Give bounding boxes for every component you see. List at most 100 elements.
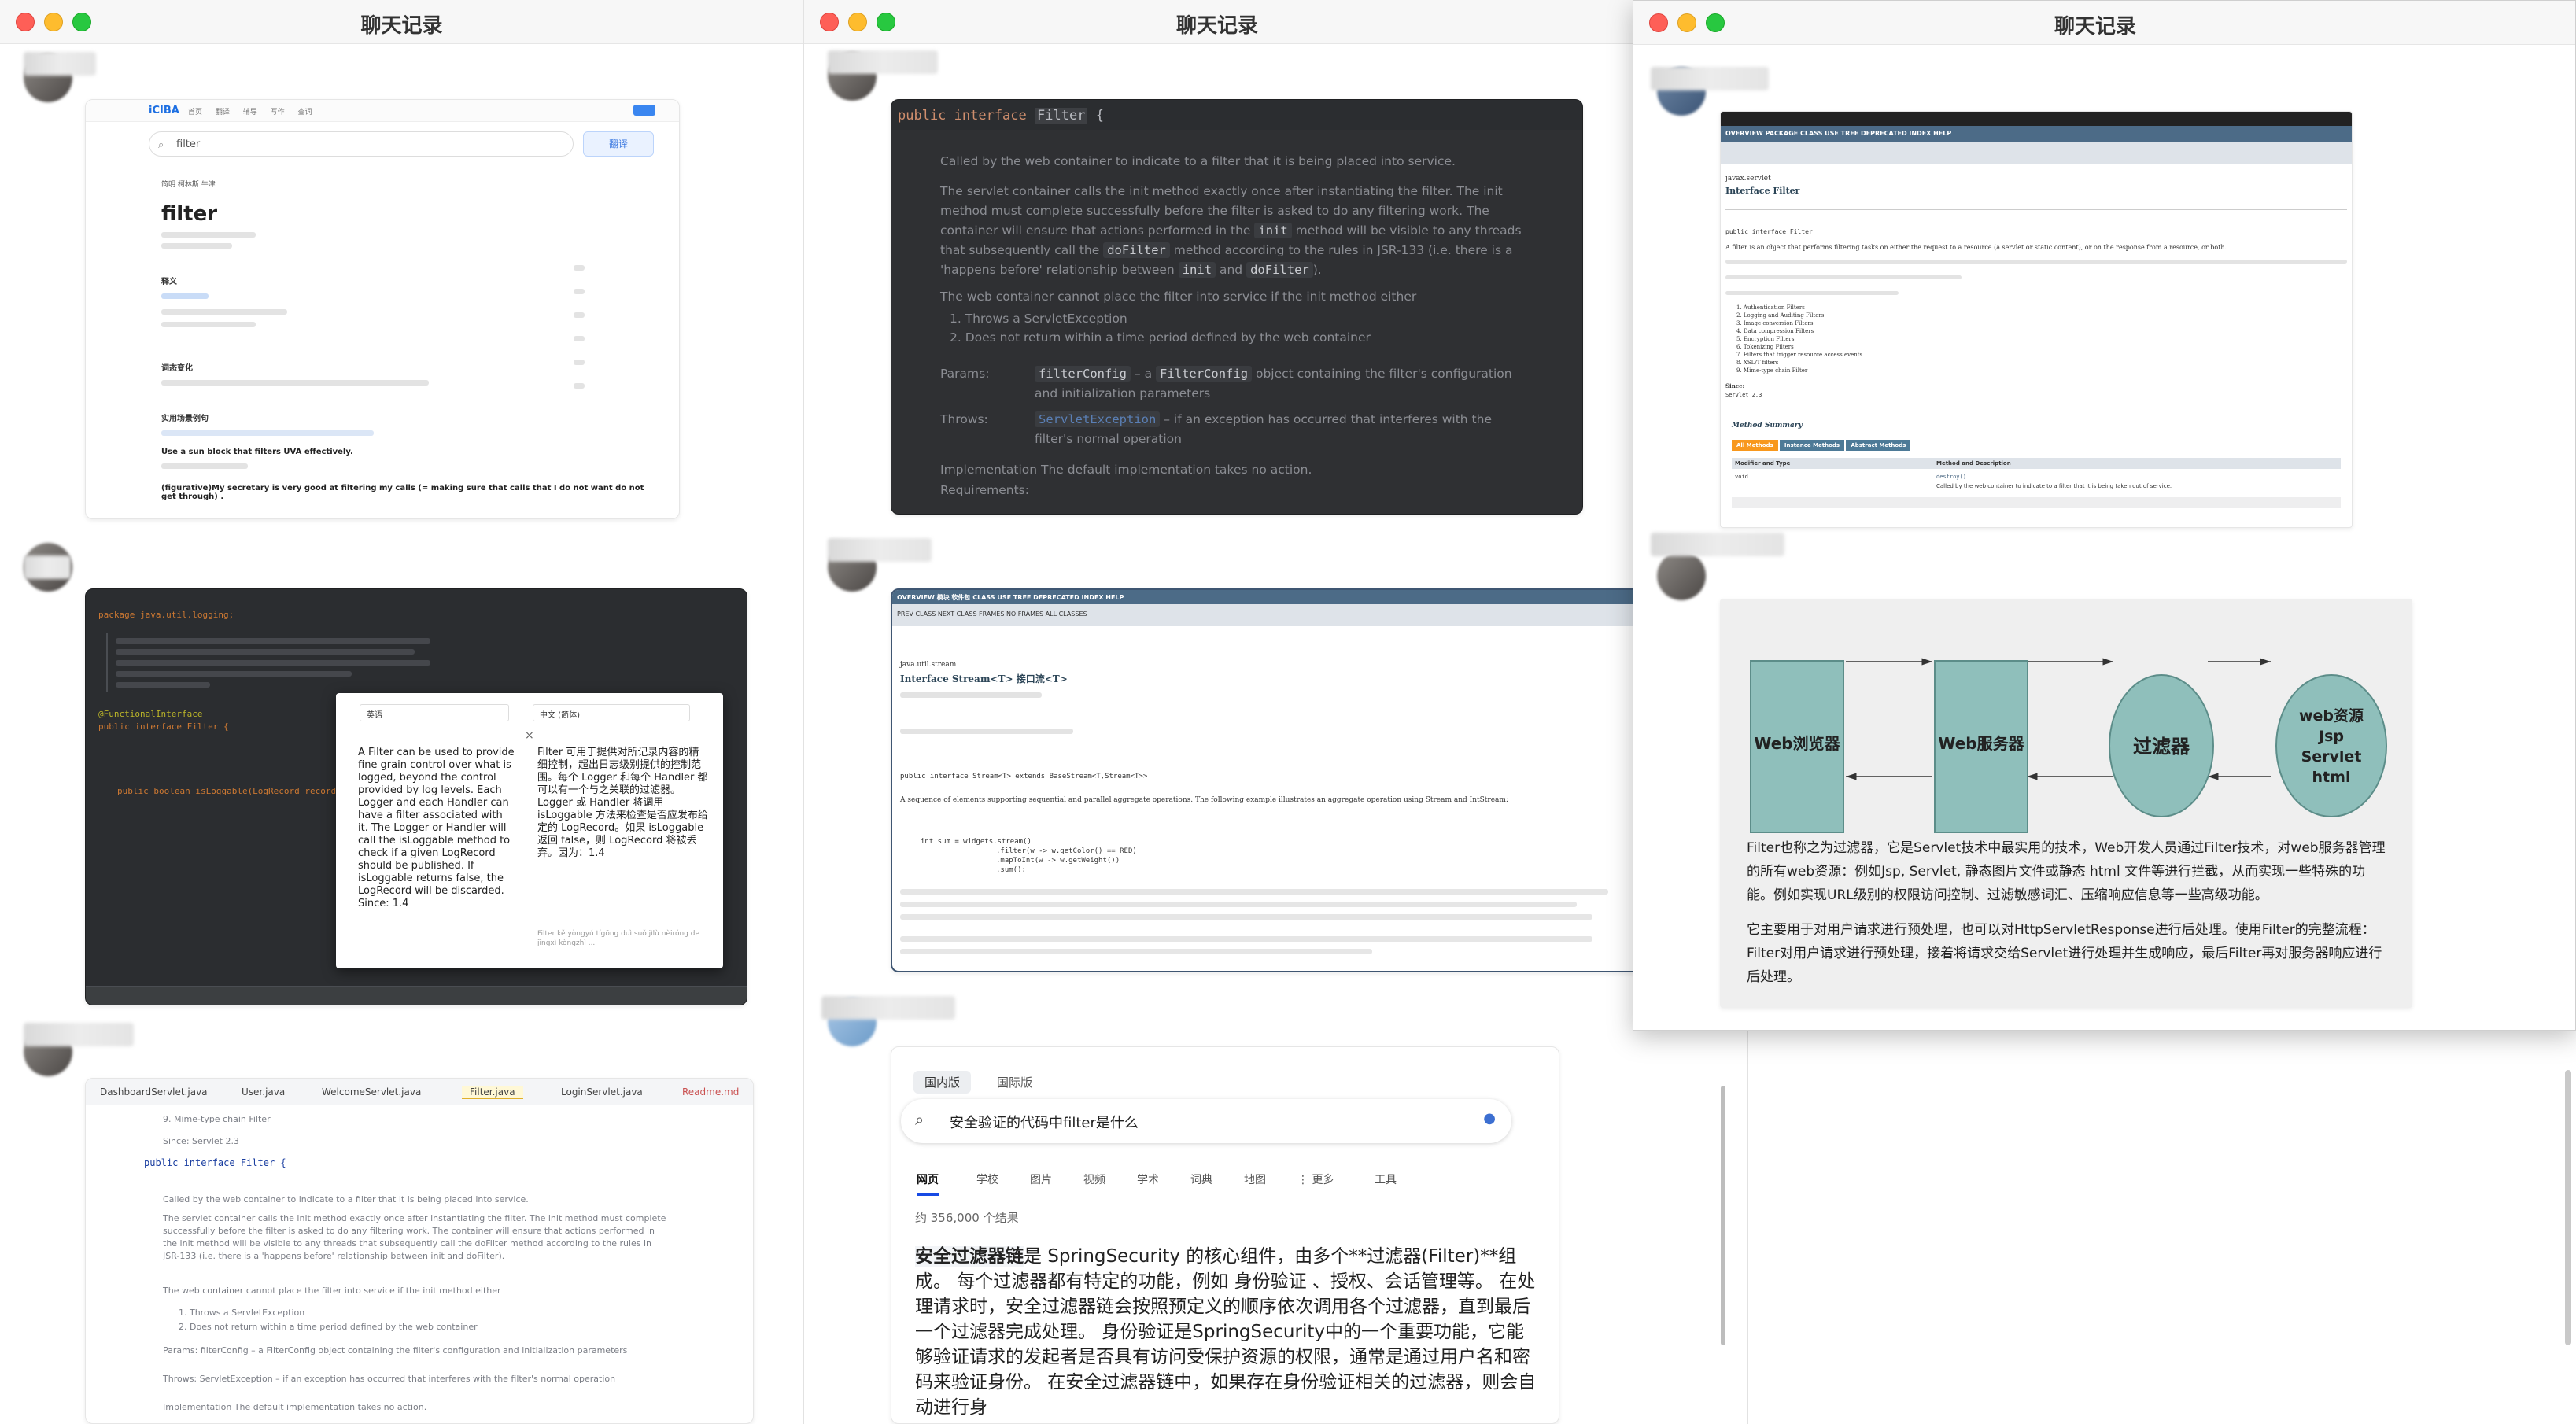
oracle-menu-bar: OVERVIEW 模块 软件包 CLASS USE TREE DEPRECATE… — [892, 590, 1643, 604]
doc-list-item: 2. Does not return within a time period … — [179, 1322, 478, 1332]
tab-school[interactable]: 学校 — [976, 1171, 998, 1187]
tab-user[interactable]: User.java — [242, 1086, 285, 1098]
params-label: Params: — [940, 367, 990, 381]
avatar[interactable] — [1657, 552, 1706, 600]
throws-description: ServletException – if an exception has o… — [1035, 411, 1492, 446]
interface-declaration: public interface Filter — [1725, 228, 1813, 235]
code-line: public boolean isLoggable(LogRecord reco… — [117, 786, 347, 796]
doc-list-item: 1. Throws a ServletException — [950, 312, 1127, 326]
superinterfaces — [900, 729, 1073, 734]
scrollbar[interactable] — [1721, 1086, 1725, 1345]
text-line — [900, 936, 1592, 942]
ide-translate-screenshot-card[interactable]: package java.util.logging; @FunctionalIn… — [85, 588, 747, 1005]
oracle-menu-bar: OVERVIEW PACKAGE CLASS USE TREE DEPRECAT… — [1721, 126, 2352, 142]
ai-answer: 安全过滤器链是 SpringSecurity 的核心组件，由多个**过滤器(Fi… — [915, 1246, 1537, 1418]
side-index — [574, 265, 585, 415]
tab-tools[interactable]: 工具 — [1375, 1171, 1397, 1187]
tab-web[interactable]: 网页 — [917, 1171, 939, 1196]
instance-methods-tab[interactable]: Instance Methods — [1779, 440, 1845, 451]
section-heading: 实用场景例句 — [161, 415, 209, 423]
code-example: int sum = widgets.stream() .filter(w -> … — [921, 838, 1137, 874]
title-bar: 聊天记录 — [1633, 1, 2575, 45]
web-resource-node: web资源 Jsp Servlet html — [2275, 674, 2387, 817]
tab-login-servlet[interactable]: LoginServlet.java — [561, 1086, 643, 1098]
tab-readme[interactable]: Readme.md — [682, 1086, 739, 1098]
segment-international[interactable]: 国际版 — [986, 1071, 1043, 1094]
text-line — [900, 914, 1592, 920]
search-icon: ⌕ — [915, 1110, 924, 1129]
doc-line: Called by the web container to indicate … — [163, 1194, 529, 1204]
source-text: A Filter can be used to provide fine gra… — [358, 747, 515, 909]
doc-implementation: Implementation The default implementatio… — [163, 1402, 427, 1412]
doc-params: Params: filterConfig – a FilterConfig ob… — [163, 1345, 628, 1356]
divider — [1725, 209, 2347, 210]
tab-images[interactable]: 图片 — [1030, 1171, 1052, 1187]
dictionary-screenshot-card[interactable]: iCIBA 首页 翻译 辅导 写作 查词 ⌕ filter 翻译 简明 柯林斯 … — [85, 99, 680, 519]
since-label: Since: — [1725, 382, 1745, 389]
dictionary-nav-links: 首页 翻译 辅导 写作 查词 — [188, 109, 312, 116]
tab-filter[interactable]: Filter.java — [462, 1086, 523, 1099]
text-line — [900, 902, 1577, 907]
web-browser-node: Web浏览器 — [1750, 660, 1844, 833]
window-title: 聊天记录 — [2054, 15, 2136, 39]
oracle-sub-bar: PREV CLASS NEXT CLASS FRAMES NO FRAMES A… — [892, 604, 1643, 626]
filter-node: 过滤器 — [2109, 674, 2214, 817]
text-line — [900, 889, 1608, 895]
oracle-sub-bar — [1721, 142, 2352, 164]
source-language-select[interactable]: 英语 — [360, 704, 509, 721]
tab-videos[interactable]: 视频 — [1083, 1171, 1105, 1187]
chat-history-window-1: 聊天记录 iCIBA 首页 翻译 辅导 写作 查词 ⌕ filter 翻译 简明… — [0, 0, 804, 1424]
interface-declaration: public interface Filter { — [898, 108, 1104, 124]
stream-javadoc-card[interactable]: OVERVIEW 模块 软件包 CLASS USE TREE DEPRECATE… — [891, 588, 1644, 972]
tab-dashboard-servlet[interactable]: DashboardServlet.java — [100, 1086, 208, 1098]
section-heading: 释义 — [161, 278, 177, 286]
tab-welcome-servlet[interactable]: WelcomeServlet.java — [322, 1086, 421, 1098]
text-line — [1725, 291, 1899, 295]
oracle-filter-doc-card[interactable]: OVERVIEW PACKAGE CLASS USE TREE DEPRECAT… — [1720, 111, 2353, 528]
code-line: public interface Filter { — [98, 721, 229, 732]
example-sentence: (figurative)My secretary is very good at… — [161, 484, 644, 501]
search-box[interactable]: ⌕ 安全验证的代码中filter是什么 ● — [901, 1099, 1511, 1143]
search-results-card[interactable]: 国内版 国际版 ⌕ 安全验证的代码中filter是什么 ● 网页 学校 图片 视… — [891, 1046, 1559, 1424]
doc-paragraph: The servlet container calls the init met… — [940, 184, 1522, 278]
close-icon[interactable]: × — [525, 729, 534, 742]
tab-dictionary[interactable]: 词典 — [1190, 1171, 1212, 1187]
search-input[interactable]: 安全验证的代码中filter是什么 — [950, 1112, 1139, 1132]
doc-line: Since: Servlet 2.3 — [163, 1136, 239, 1146]
status-bar — [86, 986, 747, 1005]
segment-domestic[interactable]: 国内版 — [913, 1071, 972, 1094]
phonetic-line — [161, 243, 232, 249]
definition-line — [161, 322, 256, 327]
javadoc-dark-card[interactable]: public interface Filter { Called by the … — [891, 99, 1583, 515]
params-description: filterConfig – a FilterConfig object con… — [1035, 366, 1512, 400]
since-value: Servlet 2.3 — [1725, 392, 1762, 398]
tag-line — [161, 293, 209, 299]
tab-more[interactable]: ⋮ 更多 — [1297, 1171, 1334, 1187]
section-heading: 词态变化 — [161, 364, 193, 373]
main-scrollbar[interactable] — [2565, 1070, 2571, 1345]
ide-filter-source-card[interactable]: DashboardServlet.java User.java WelcomeS… — [85, 1078, 754, 1424]
translate-button[interactable]: 翻译 — [583, 131, 654, 157]
tab-maps[interactable]: 地图 — [1244, 1171, 1266, 1187]
microphone-icon[interactable]: ● — [1483, 1110, 1496, 1127]
target-language-select[interactable]: 中文 (简体) — [533, 704, 690, 721]
title-bar: 聊天记录 — [804, 0, 1747, 44]
sender-name — [1651, 533, 1784, 556]
iciba-logo: iCIBA — [149, 105, 179, 116]
dictionary-search-input[interactable]: filter — [149, 131, 574, 157]
sender-name — [24, 1023, 134, 1046]
translate-popup: 英语 中文 (简体) × A Filter can be used to pro… — [336, 693, 723, 968]
window-title: 聊天记录 — [360, 14, 443, 38]
diagram-paragraph-1: Filter也称之为过滤器，它是Servlet技术中最实用的技术，Web开发人员… — [1747, 840, 2386, 903]
abstract-methods-tab[interactable]: Abstract Methods — [1846, 440, 1911, 451]
tab-academic[interactable]: 学术 — [1137, 1171, 1159, 1187]
filter-diagram-card[interactable]: Web浏览器 Web服务器 过滤器 web资源 Jsp Servlet html… — [1720, 599, 2412, 1008]
description: A filter is an object that performs filt… — [1725, 244, 2227, 251]
doc-line: Called by the web container to indicate … — [940, 154, 1456, 168]
all-methods-tab[interactable]: All Methods — [1732, 440, 1778, 451]
translated-text: Filter 可用于提供对所记录内容的精细控制，超出日志级别提供的控制范围。每个… — [537, 747, 708, 859]
scene-tags — [161, 430, 374, 436]
chat-history-window-3: 聊天记录 OVERVIEW PACKAGE CLASS USE TREE DEP… — [1633, 0, 2576, 1031]
method-filter-buttons: All Methods Instance Methods Abstract Me… — [1732, 440, 1911, 451]
code-line: package java.util.logging; — [98, 610, 234, 620]
